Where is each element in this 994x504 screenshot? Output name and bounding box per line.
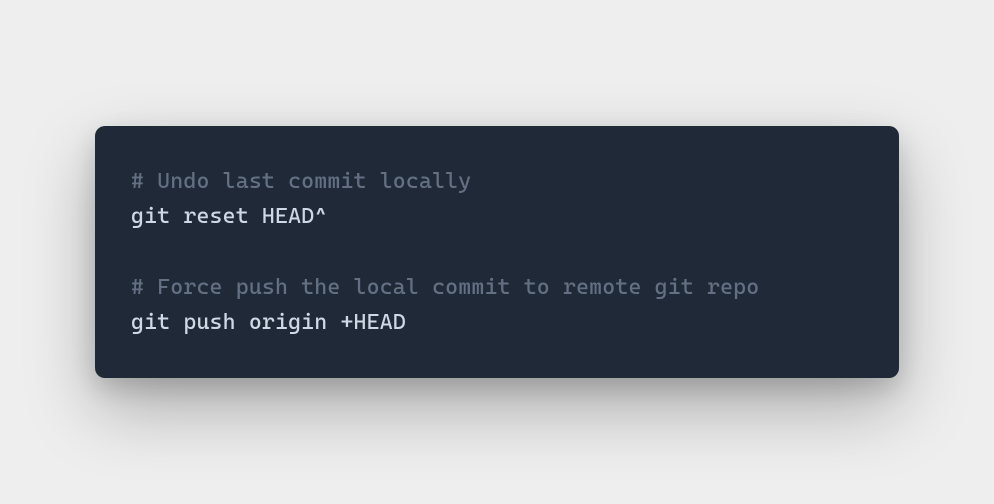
code-command: git push origin +HEAD [131, 305, 863, 340]
code-command: git reset HEAD^ [131, 199, 863, 234]
blank-line [131, 235, 863, 270]
code-block: # Undo last commit locally git reset HEA… [95, 126, 899, 378]
code-comment: # Undo last commit locally [131, 164, 863, 199]
code-comment: # Force push the local commit to remote … [131, 270, 863, 305]
